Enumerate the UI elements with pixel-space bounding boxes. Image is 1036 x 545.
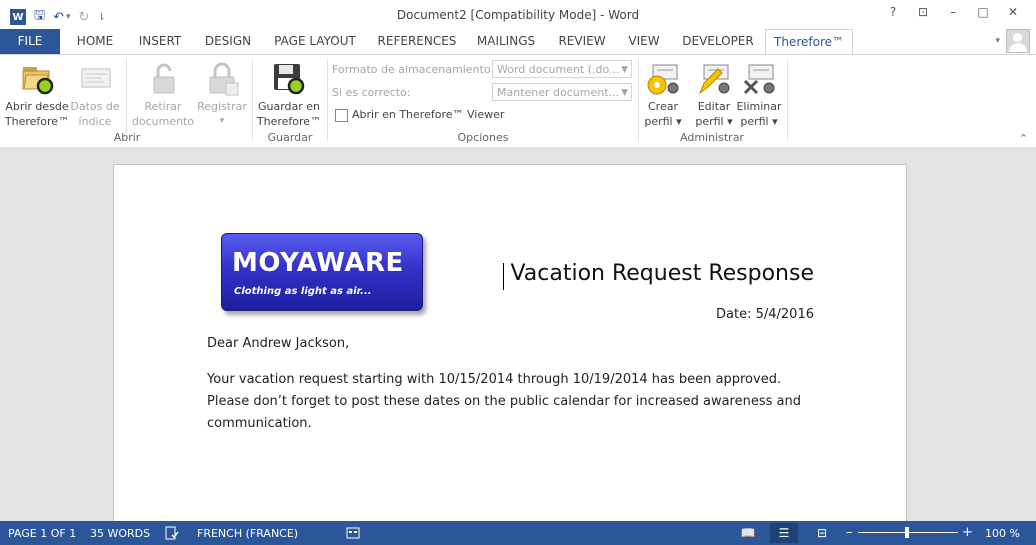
retirar-label-1: Retirar xyxy=(144,100,182,113)
read-mode-icon[interactable]: 📖 xyxy=(734,523,762,543)
collapse-ribbon-icon[interactable]: ⌃ xyxy=(1019,132,1028,145)
create-profile-icon xyxy=(647,64,679,95)
tab-insert[interactable]: INSERT xyxy=(130,29,190,54)
eliminar-label-2: perfil ▾ xyxy=(740,115,778,128)
save-disk-icon xyxy=(274,64,305,95)
separator xyxy=(638,59,639,141)
abrir-desde-label-1: Abrir desde xyxy=(5,100,69,113)
tab-page-layout[interactable]: PAGE LAYOUT xyxy=(268,29,362,54)
logo-name: MOYAWARE xyxy=(232,248,404,278)
tab-home[interactable]: HOME xyxy=(66,29,124,54)
group-label-abrir: Abrir xyxy=(113,131,141,144)
company-logo: MOYAWARE Clothing as light as air... xyxy=(221,233,423,311)
body-line-2[interactable]: Please don’t forget to post these dates … xyxy=(207,391,807,413)
tab-view[interactable]: VIEW xyxy=(622,29,666,54)
edit-profile-icon xyxy=(698,64,730,95)
document-date[interactable]: Date: 5/4/2016 xyxy=(716,307,814,322)
abrir-desde-label-2: Therefore™ xyxy=(4,115,70,128)
unlock-icon xyxy=(153,63,175,94)
registrar-dropdown-icon: ▾ xyxy=(219,116,225,126)
status-bar: PAGE 1 OF 1 35 WORDS FRENCH (FRANCE) 📖 ☰… xyxy=(0,521,1036,545)
viewer-checkbox[interactable] xyxy=(335,109,348,122)
editar-label-1: Editar xyxy=(697,100,731,113)
zoom-in-button[interactable]: + xyxy=(962,525,973,540)
si-correcto-value: Mantener document... xyxy=(497,86,620,99)
greeting-paragraph[interactable]: Dear Andrew Jackson, xyxy=(207,333,807,355)
page-count[interactable]: PAGE 1 OF 1 xyxy=(8,527,76,540)
help-button[interactable]: ? xyxy=(878,5,908,19)
lock-icon xyxy=(209,62,239,96)
viewer-label[interactable]: Abrir en Therefore™ Viewer xyxy=(352,108,504,121)
ribbon: Abrir desde Therefore™ Datos de índice Ret… xyxy=(0,54,1036,148)
text-cursor xyxy=(503,263,504,290)
tab-therefore[interactable]: Therefore™ xyxy=(765,29,853,55)
user-area: ▾ xyxy=(995,29,1030,53)
formato-label: Formato de almacenamiento: xyxy=(332,63,495,76)
title-bar: W 🖫 ↶ ▾ ↻ ⇂ Document2 [Compatibility Mod… xyxy=(0,0,1036,29)
document-title[interactable]: Vacation Request Response xyxy=(510,261,814,286)
avatar[interactable] xyxy=(1006,29,1030,53)
proofing-icon[interactable] xyxy=(165,526,179,540)
print-layout-icon[interactable]: ☰ xyxy=(770,523,798,543)
ribbon-display-options-button[interactable]: ⊡ xyxy=(908,5,938,19)
macro-recording-icon[interactable] xyxy=(346,526,360,540)
si-correcto-select[interactable]: Mantener document... ▼ xyxy=(492,83,632,101)
separator xyxy=(126,59,127,141)
crear-label-1: Crear xyxy=(648,100,678,113)
delete-profile-icon xyxy=(743,64,775,95)
group-label-guardar: Guardar xyxy=(267,131,313,144)
group-label-opciones: Opciones xyxy=(457,131,509,144)
tab-review[interactable]: REVIEW xyxy=(553,29,611,54)
formato-value: Word document (.do... xyxy=(497,63,620,76)
user-dropdown-icon[interactable]: ▾ xyxy=(995,36,1000,46)
minimize-button[interactable]: – xyxy=(938,5,968,19)
formato-select[interactable]: Word document (.do... ▼ xyxy=(492,60,632,78)
registrar-label: Registrar xyxy=(197,100,247,113)
window-controls: ? ⊡ – □ ✕ xyxy=(878,5,1028,19)
group-label-administrar: Administrar xyxy=(680,131,744,144)
word-count[interactable]: 35 WORDS xyxy=(90,527,150,540)
datos-label-2: índice xyxy=(78,115,112,128)
guardar-label-2: Therefore™ xyxy=(256,115,322,128)
retirar-label-2: documento xyxy=(131,115,195,128)
zoom-slider-thumb[interactable] xyxy=(905,527,909,538)
maximize-button[interactable]: □ xyxy=(968,5,998,19)
separator xyxy=(327,59,328,141)
index-data-icon xyxy=(81,68,111,88)
ribbon-tabs: FILE HOME INSERT DESIGN PAGE LAYOUT REFE… xyxy=(0,29,1036,55)
chevron-down-icon: ▼ xyxy=(621,88,628,98)
document-page[interactable]: MOYAWARE Clothing as light as air... Vac… xyxy=(113,164,907,526)
document-area: MOYAWARE Clothing as light as air... Vac… xyxy=(0,147,1036,526)
web-layout-icon[interactable]: ⊟ xyxy=(808,523,836,543)
logo-tagline: Clothing as light as air... xyxy=(234,286,372,297)
zoom-level[interactable]: 100 % xyxy=(985,527,1020,540)
guardar-label-1: Guardar en xyxy=(257,100,321,113)
tab-mailings[interactable]: MAILINGS xyxy=(470,29,542,54)
tab-developer[interactable]: DEVELOPER xyxy=(677,29,759,54)
si-correcto-label: Si es correcto: xyxy=(332,86,411,99)
tab-design[interactable]: DESIGN xyxy=(196,29,260,54)
tab-file[interactable]: FILE xyxy=(0,29,60,54)
folder-open-icon xyxy=(22,67,54,95)
tab-references[interactable]: REFERENCES xyxy=(372,29,462,54)
body-line-3[interactable]: communication. xyxy=(207,413,807,435)
eliminar-label-1: Eliminar xyxy=(736,100,782,113)
separator xyxy=(252,59,253,141)
editar-label-2: perfil ▾ xyxy=(695,115,733,128)
language-status[interactable]: FRENCH (FRANCE) xyxy=(197,527,298,540)
zoom-out-button[interactable]: – xyxy=(846,525,853,540)
crear-label-2: perfil ▾ xyxy=(644,115,682,128)
body-line-1[interactable]: Your vacation request starting with 10/1… xyxy=(207,369,807,391)
chevron-down-icon: ▼ xyxy=(621,65,628,75)
close-button[interactable]: ✕ xyxy=(998,5,1028,19)
separator xyxy=(787,59,788,141)
datos-label-1: Datos de xyxy=(70,100,120,113)
